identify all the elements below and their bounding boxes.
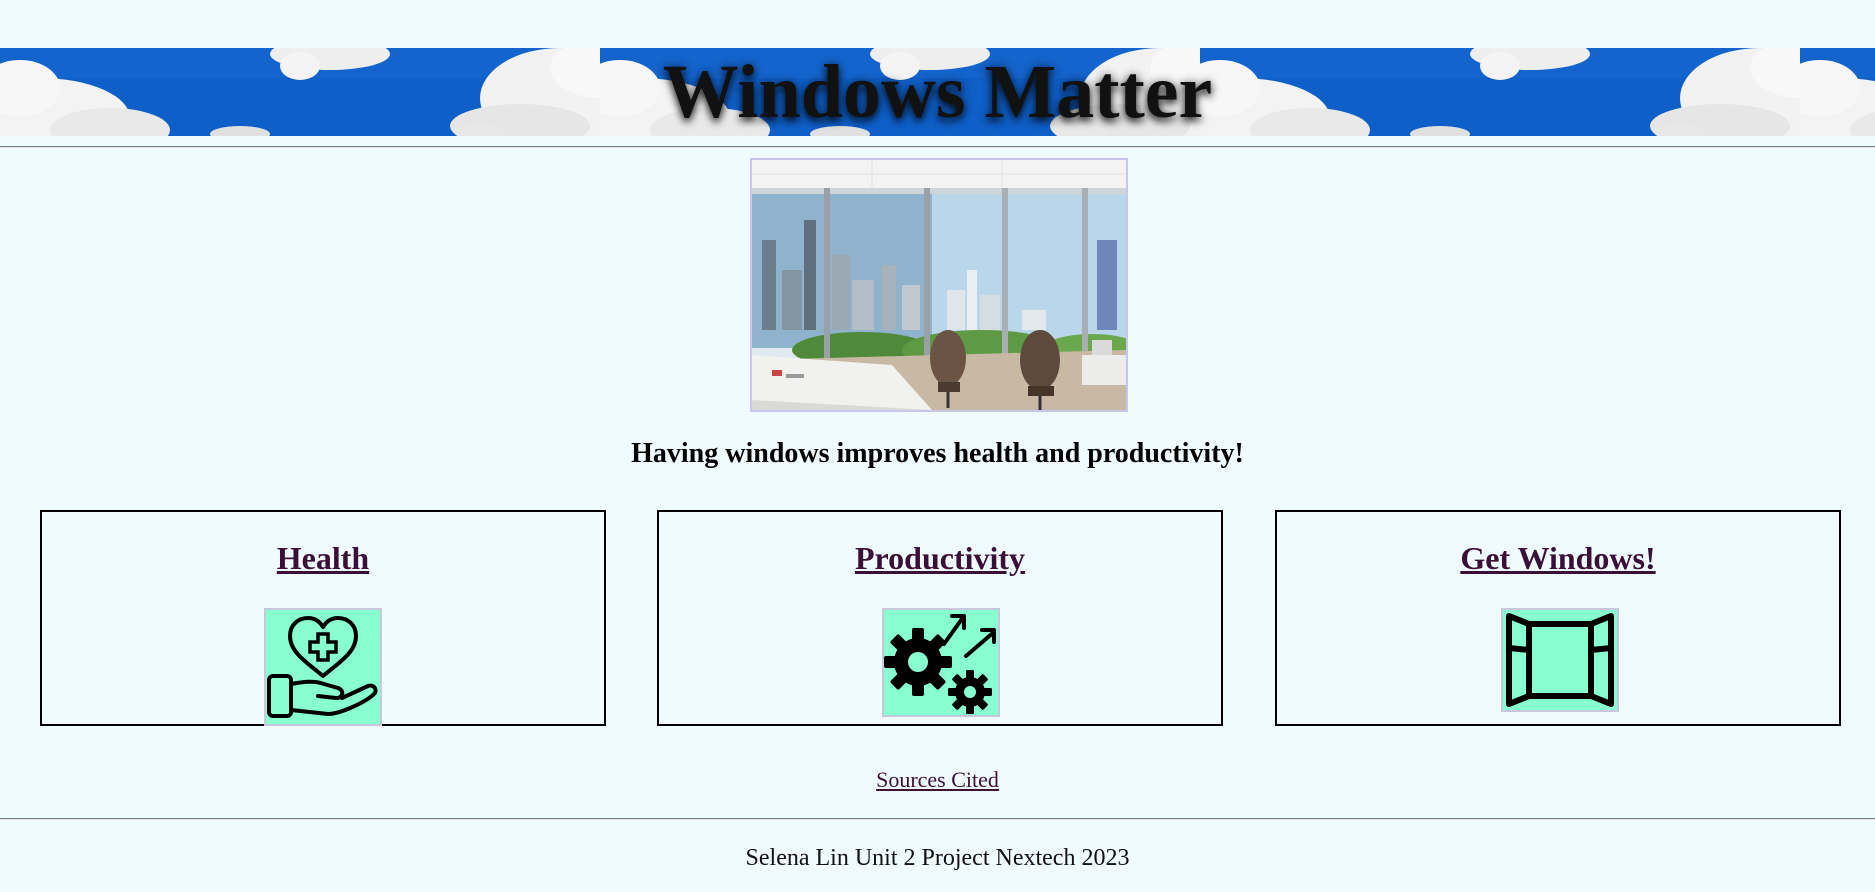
- gears-arrows-icon[interactable]: [882, 608, 1000, 717]
- footer-divider: [0, 818, 1875, 820]
- heart-in-hand-icon[interactable]: [264, 608, 382, 726]
- get-windows-card: Get Windows!: [1275, 510, 1841, 726]
- hero-image: [750, 158, 1128, 412]
- header-divider: [0, 146, 1875, 148]
- health-card: Health: [40, 510, 606, 726]
- sources-cited: Sources Cited: [0, 767, 1875, 793]
- productivity-link[interactable]: Productivity: [659, 540, 1221, 577]
- page-title: Windows Matter: [662, 50, 1213, 134]
- tagline: Having windows improves health and produ…: [631, 438, 1244, 469]
- footer-credit: Selena Lin Unit 2 Project Nextech 2023: [745, 845, 1130, 871]
- get-windows-link[interactable]: Get Windows!: [1277, 540, 1839, 577]
- header-banner: Windows Matter: [0, 48, 1875, 136]
- health-link[interactable]: Health: [42, 540, 604, 577]
- office-window-illustration: [752, 160, 1126, 410]
- productivity-card: Productivity: [657, 510, 1223, 726]
- open-window-icon[interactable]: [1501, 608, 1619, 712]
- sources-cited-link[interactable]: Sources Cited: [876, 767, 999, 792]
